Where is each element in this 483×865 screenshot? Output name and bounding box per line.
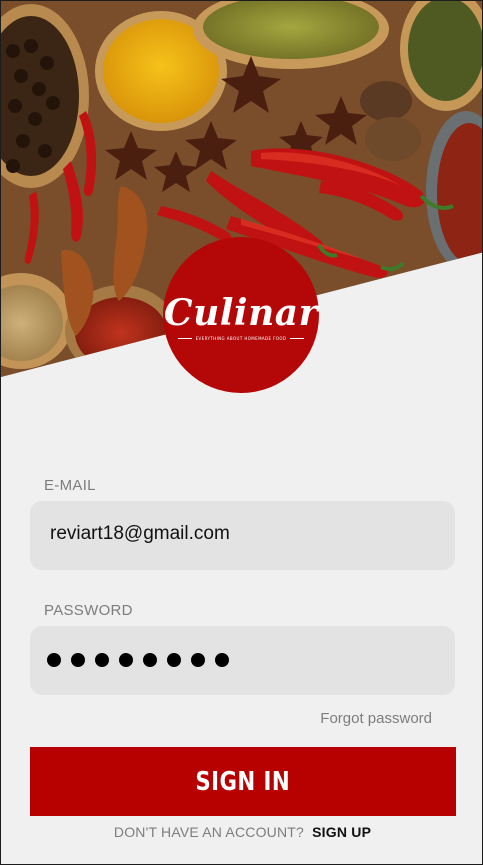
password-dot — [167, 653, 181, 667]
password-field[interactable] — [30, 626, 455, 695]
password-mask[interactable] — [47, 653, 229, 667]
forgot-password-link[interactable]: Forgot password — [320, 710, 432, 727]
password-dot — [143, 653, 157, 667]
sign-in-button[interactable]: SIGN IN — [30, 747, 456, 816]
brand-logo: Culinar EVERYTHING ABOUT HOMEMADE FOOD — [163, 237, 319, 393]
password-label: PASSWORD — [44, 602, 133, 619]
tagline-rule-left — [177, 337, 192, 339]
password-dot — [71, 653, 85, 667]
brand-tagline: EVERYTHING ABOUT HOMEMADE FOOD — [195, 335, 287, 341]
password-dot — [47, 653, 61, 667]
email-label: E-MAIL — [44, 477, 96, 494]
brand-tagline-row: EVERYTHING ABOUT HOMEMADE FOOD — [177, 335, 305, 341]
email-value[interactable]: reviart18@gmail.com — [50, 523, 230, 545]
signup-prompt: DON'T HAVE AN ACCOUNT? SIGN UP — [1, 824, 482, 840]
email-field[interactable]: reviart18@gmail.com — [30, 501, 455, 570]
password-dot — [215, 653, 229, 667]
login-screen: Culinar EVERYTHING ABOUT HOMEMADE FOOD E… — [0, 0, 483, 865]
tagline-rule-right — [290, 337, 305, 339]
password-dot — [191, 653, 205, 667]
password-dot — [95, 653, 109, 667]
password-dot — [119, 653, 133, 667]
sign-in-label: SIGN IN — [195, 766, 291, 797]
signup-question: DON'T HAVE AN ACCOUNT? — [113, 824, 305, 840]
brand-name: Culinar — [163, 291, 319, 334]
sign-up-link[interactable]: SIGN UP — [312, 824, 371, 840]
